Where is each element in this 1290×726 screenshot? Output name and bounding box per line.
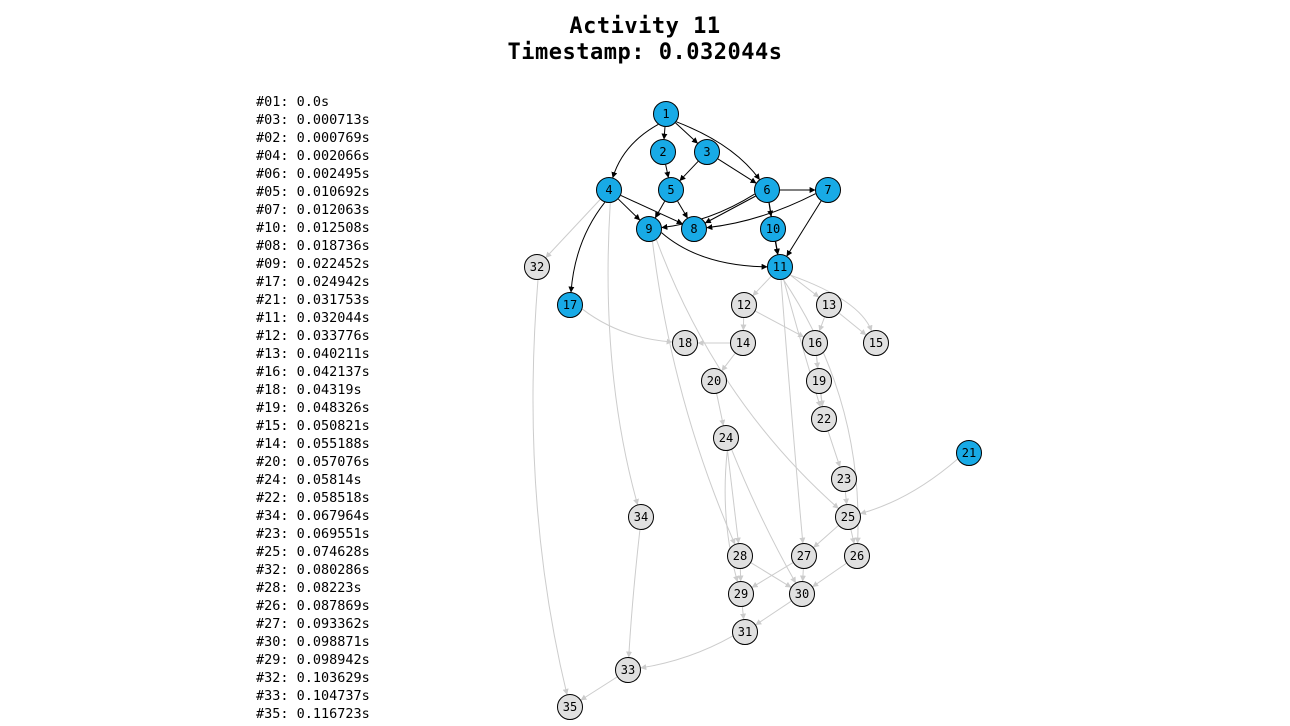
node-1: 1 (653, 101, 679, 127)
node-14: 14 (730, 330, 756, 356)
node-3: 3 (694, 139, 720, 165)
node-30: 30 (789, 581, 815, 607)
node-28: 28 (727, 543, 753, 569)
node-32: 32 (524, 254, 550, 280)
node-4: 4 (596, 177, 622, 203)
graph-nodes: 1234567891011121314151617181920212223242… (0, 0, 1290, 726)
node-19: 19 (806, 368, 832, 394)
node-2: 2 (650, 139, 676, 165)
node-35: 35 (557, 694, 583, 720)
node-21: 21 (956, 440, 982, 466)
node-20: 20 (701, 368, 727, 394)
node-34: 34 (628, 504, 654, 530)
node-5: 5 (658, 177, 684, 203)
node-25: 25 (835, 504, 861, 530)
node-7: 7 (815, 177, 841, 203)
node-17: 17 (557, 292, 583, 318)
node-12: 12 (731, 292, 757, 318)
node-15: 15 (863, 330, 889, 356)
node-29: 29 (728, 581, 754, 607)
node-22: 22 (811, 406, 837, 432)
node-8: 8 (681, 216, 707, 242)
node-16: 16 (802, 330, 828, 356)
node-23: 23 (831, 466, 857, 492)
node-27: 27 (791, 543, 817, 569)
node-10: 10 (760, 216, 786, 242)
node-11: 11 (767, 254, 793, 280)
node-24: 24 (713, 425, 739, 451)
node-18: 18 (672, 330, 698, 356)
node-31: 31 (732, 619, 758, 645)
node-13: 13 (816, 292, 842, 318)
node-26: 26 (844, 543, 870, 569)
node-9: 9 (636, 216, 662, 242)
node-33: 33 (615, 657, 641, 683)
node-6: 6 (754, 177, 780, 203)
